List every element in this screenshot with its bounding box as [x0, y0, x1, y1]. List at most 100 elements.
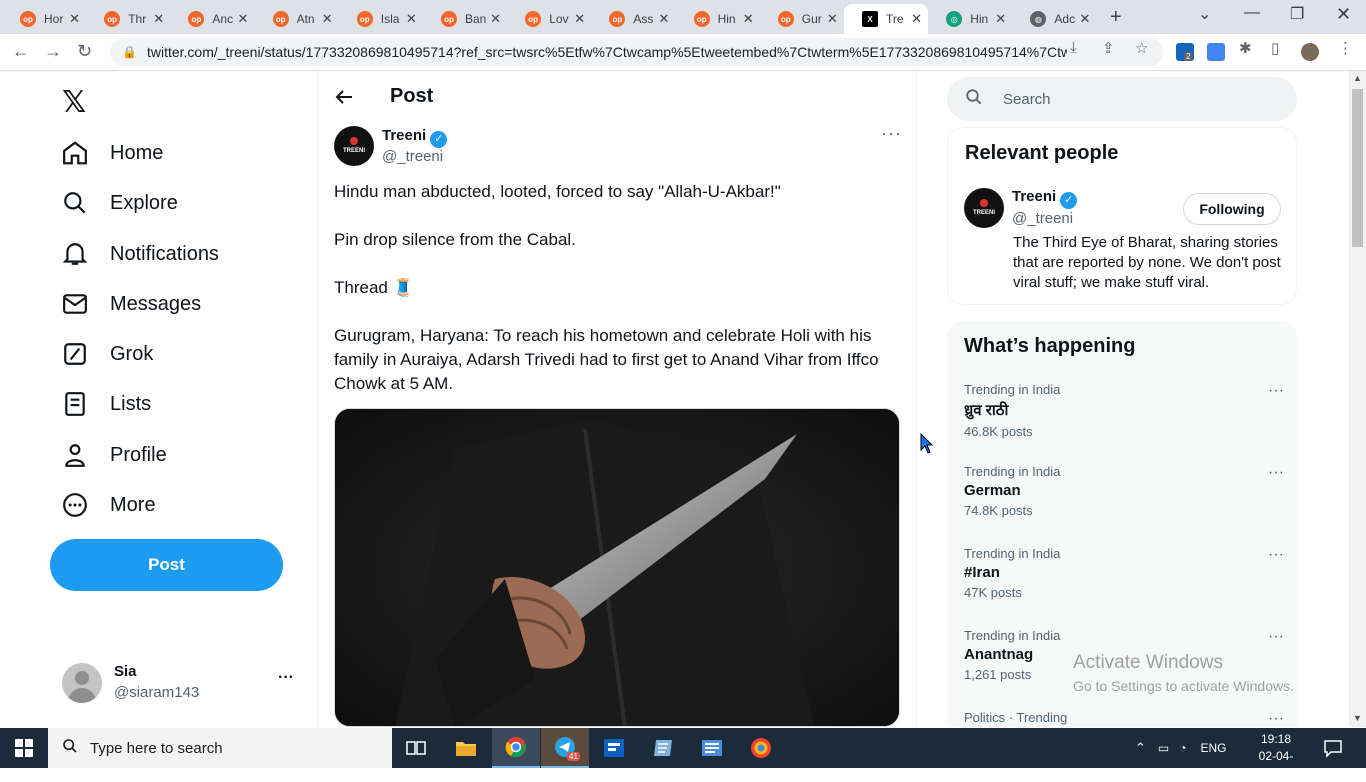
nav-more[interactable]: More	[62, 485, 156, 525]
browser-tab[interactable]: op Anc ✕	[170, 4, 254, 34]
scrollbar-thumb[interactable]	[1352, 89, 1363, 247]
page-scrollbar[interactable]: ▲ ▼	[1349, 71, 1366, 727]
tab-close-icon[interactable]: ✕	[1079, 11, 1090, 27]
install-app-icon[interactable]: ⤓	[1070, 39, 1077, 56]
nav-home[interactable]: Home	[62, 133, 163, 173]
battery-icon[interactable]: ▭	[1158, 741, 1169, 755]
translate-extension-icon[interactable]	[1207, 43, 1225, 61]
trend-more-icon[interactable]: ···	[1268, 546, 1284, 564]
network-icon[interactable]: ◔	[1179, 741, 1186, 755]
relevant-name[interactable]: Treeni ✓	[1012, 188, 1078, 209]
taskbar-search-input[interactable]: Type here to search	[48, 728, 392, 768]
author-name[interactable]: Treeni ✓	[382, 127, 448, 148]
extension-badge: 2	[1184, 52, 1193, 61]
language-indicator[interactable]: ENG	[1201, 741, 1227, 755]
tab-close-icon[interactable]: ✕	[153, 11, 164, 27]
task-view-icon[interactable]	[392, 728, 440, 768]
tab-close-icon[interactable]: ✕	[406, 11, 417, 27]
following-button[interactable]: Following	[1183, 193, 1281, 225]
post-button[interactable]: Post	[50, 539, 283, 591]
tab-search-chevron-icon[interactable]: ⌄	[1198, 4, 1211, 24]
edge-browser-icon[interactable]	[737, 728, 785, 768]
tab-close-icon[interactable]: ✕	[658, 11, 669, 27]
new-tab-button[interactable]: +	[1110, 6, 1122, 29]
browser-tab[interactable]: op Ass ✕	[591, 4, 675, 34]
browser-tab[interactable]: op Hin ✕	[676, 4, 760, 34]
tab-close-icon[interactable]: ✕	[69, 11, 80, 27]
app-icon[interactable]	[590, 728, 638, 768]
tab-close-icon[interactable]: ✕	[322, 11, 333, 27]
opindia-icon: op	[104, 11, 121, 27]
nav-lists[interactable]: Lists	[62, 384, 151, 424]
trend-more-icon[interactable]: ···	[1268, 382, 1284, 400]
back-arrow-icon[interactable]	[334, 87, 354, 113]
close-window-button[interactable]: ✕	[1336, 4, 1351, 25]
browser-tab[interactable]: op Gur ✕	[760, 4, 844, 34]
search-input[interactable]: Search	[947, 77, 1297, 121]
nav-explore[interactable]: Explore	[62, 183, 178, 223]
browser-tab[interactable]: ◍ Adc ✕	[1012, 4, 1096, 34]
windows-start-icon[interactable]	[15, 739, 33, 762]
search-icon	[965, 88, 983, 110]
browser-tab[interactable]: ◎ Hin ✕	[928, 4, 1012, 34]
share-icon[interactable]: ⇪	[1102, 39, 1115, 57]
system-clock[interactable]: 19:18 02-04-2024	[1248, 731, 1304, 782]
relevant-handle[interactable]: @_treeni	[1012, 210, 1073, 227]
address-bar[interactable]: 🔒 twitter.com/_treeni/status/17733208698…	[110, 38, 1163, 66]
nav-profile[interactable]: Profile	[62, 435, 167, 475]
relevant-avatar[interactable]: TREENI	[964, 188, 1004, 228]
tab-close-icon[interactable]: ✕	[490, 11, 501, 27]
tab-close-icon[interactable]: ✕	[827, 11, 838, 27]
bookmark-star-icon[interactable]: ☆	[1135, 39, 1148, 57]
tab-close-icon[interactable]: ✕	[743, 11, 754, 27]
trend-item[interactable]: Trending in India ध्रुव राठी 46.8K posts…	[964, 382, 1284, 462]
nav-notifications[interactable]: Notifications	[62, 234, 219, 274]
tab-close-icon[interactable]: ✕	[995, 11, 1006, 27]
browser-menu-icon[interactable]: ⋮	[1338, 39, 1353, 57]
extensions-puzzle-icon[interactable]: ✱	[1239, 39, 1252, 57]
trend-item[interactable]: Politics · Trending ···	[964, 710, 1284, 727]
account-switcher[interactable]: Sia @siaram143 ···	[62, 659, 302, 707]
file-explorer-icon[interactable]	[442, 728, 490, 768]
trend-item[interactable]: Trending in India #Iran 47K posts ···	[964, 546, 1284, 626]
maximize-button[interactable]: ❐	[1290, 4, 1304, 24]
author-handle[interactable]: @_treeni	[382, 148, 443, 165]
back-button[interactable]: ←	[12, 41, 30, 62]
trend-more-icon[interactable]: ···	[1268, 710, 1284, 727]
chrome-icon[interactable]	[492, 728, 540, 768]
browser-tab[interactable]: op Isla ✕	[339, 4, 423, 34]
tab-close-icon[interactable]: ✕	[574, 11, 585, 27]
account-more-icon[interactable]: ···	[278, 669, 294, 687]
opindia-icon: op	[272, 11, 289, 27]
browser-tab[interactable]: op Atn ✕	[255, 4, 339, 34]
profile-avatar-icon[interactable]	[1301, 43, 1319, 61]
browser-tab[interactable]: op Hor ✕	[2, 4, 86, 34]
browser-tab[interactable]: op Thr ✕	[86, 4, 170, 34]
post-image[interactable]	[334, 408, 900, 727]
telegram-icon[interactable]: 41	[541, 728, 589, 768]
x-logo-icon[interactable]: 𝕏	[62, 85, 86, 120]
extension-m-icon[interactable]: 2	[1176, 43, 1194, 61]
reload-button[interactable]: ↻	[77, 41, 92, 62]
forward-button[interactable]: →	[44, 41, 62, 62]
trend-item[interactable]: Trending in India German 74.8K posts ···	[964, 464, 1284, 544]
minimize-button[interactable]: —	[1244, 4, 1260, 22]
tab-close-icon[interactable]: ✕	[911, 11, 922, 27]
notification-center-icon[interactable]	[1323, 738, 1343, 763]
browser-tab[interactable]: op Lov ✕	[507, 4, 591, 34]
post-more-icon[interactable]: ···	[881, 123, 902, 144]
nav-grok[interactable]: Grok	[62, 334, 153, 374]
scroll-down-arrow-icon[interactable]: ▼	[1353, 713, 1362, 723]
author-avatar[interactable]: TREENI	[334, 126, 374, 166]
scroll-up-arrow-icon[interactable]: ▲	[1353, 73, 1362, 83]
nav-messages[interactable]: Messages	[62, 284, 201, 324]
trend-more-icon[interactable]: ···	[1268, 464, 1284, 482]
tray-chevron-up-icon[interactable]: ⌃	[1135, 740, 1146, 756]
browser-tab[interactable]: X Tre ✕	[844, 4, 928, 34]
browser-tab[interactable]: op Ban ✕	[423, 4, 507, 34]
trend-more-icon[interactable]: ···	[1268, 628, 1284, 646]
notepad-app-icon[interactable]	[639, 728, 687, 768]
document-app-icon[interactable]	[688, 728, 736, 768]
side-panel-icon[interactable]: ▯	[1271, 39, 1279, 57]
tab-close-icon[interactable]: ✕	[237, 11, 248, 27]
